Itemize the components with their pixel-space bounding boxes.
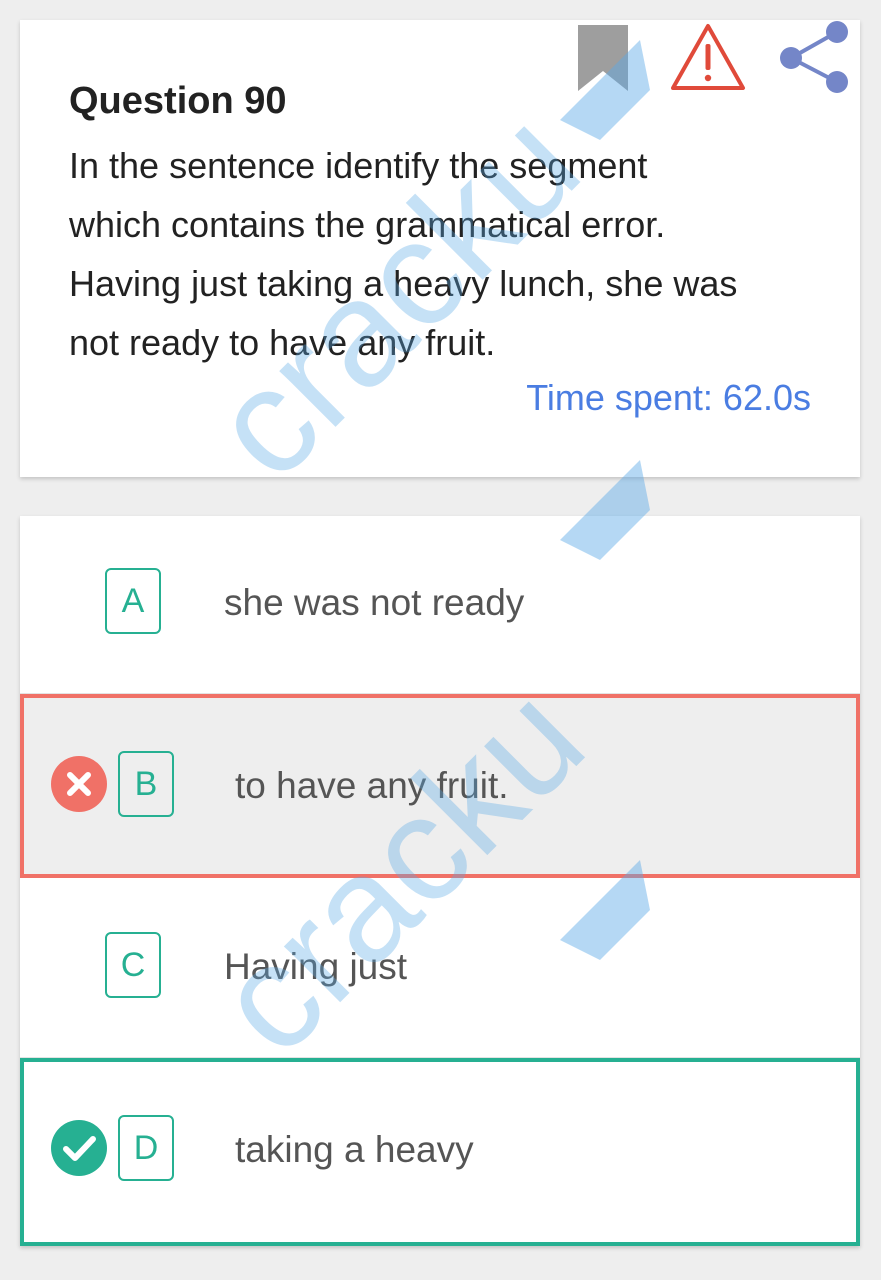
question-line: Having just taking a heavy lunch, she wa… — [69, 263, 738, 304]
question-title: Question 90 — [69, 80, 287, 122]
time-spent: Time spent: 62.0s — [526, 377, 811, 418]
share-icon[interactable] — [777, 20, 851, 94]
option-text: taking a heavy — [235, 1129, 474, 1170]
correct-answer-icon — [51, 1120, 107, 1176]
question-line: In the sentence identify the segment — [69, 145, 648, 186]
wrong-answer-icon — [51, 756, 107, 812]
option-letter: A — [105, 568, 161, 634]
option-b[interactable]: B to have any fruit. — [20, 694, 860, 878]
question-card: Question 90 In the sentence identify the… — [20, 20, 860, 477]
option-text: she was not ready — [224, 582, 525, 623]
question-line: which contains the grammatical error. — [69, 204, 666, 245]
options-list: A she was not ready B to have any fruit.… — [20, 516, 860, 1246]
option-d[interactable]: D taking a heavy — [20, 1058, 860, 1246]
question-line: not ready to have any fruit. — [69, 322, 496, 363]
option-text: Having just — [224, 946, 408, 987]
option-text: to have any fruit. — [235, 765, 509, 806]
option-a[interactable]: A she was not ready — [20, 516, 860, 694]
option-letter: B — [118, 751, 174, 817]
option-letter: C — [105, 932, 161, 998]
question-text: In the sentence identify the segment whi… — [69, 136, 829, 372]
option-letter: D — [118, 1115, 174, 1181]
bookmark-icon[interactable] — [576, 23, 630, 93]
warning-icon[interactable] — [669, 22, 747, 92]
option-c[interactable]: C Having just — [20, 878, 860, 1058]
